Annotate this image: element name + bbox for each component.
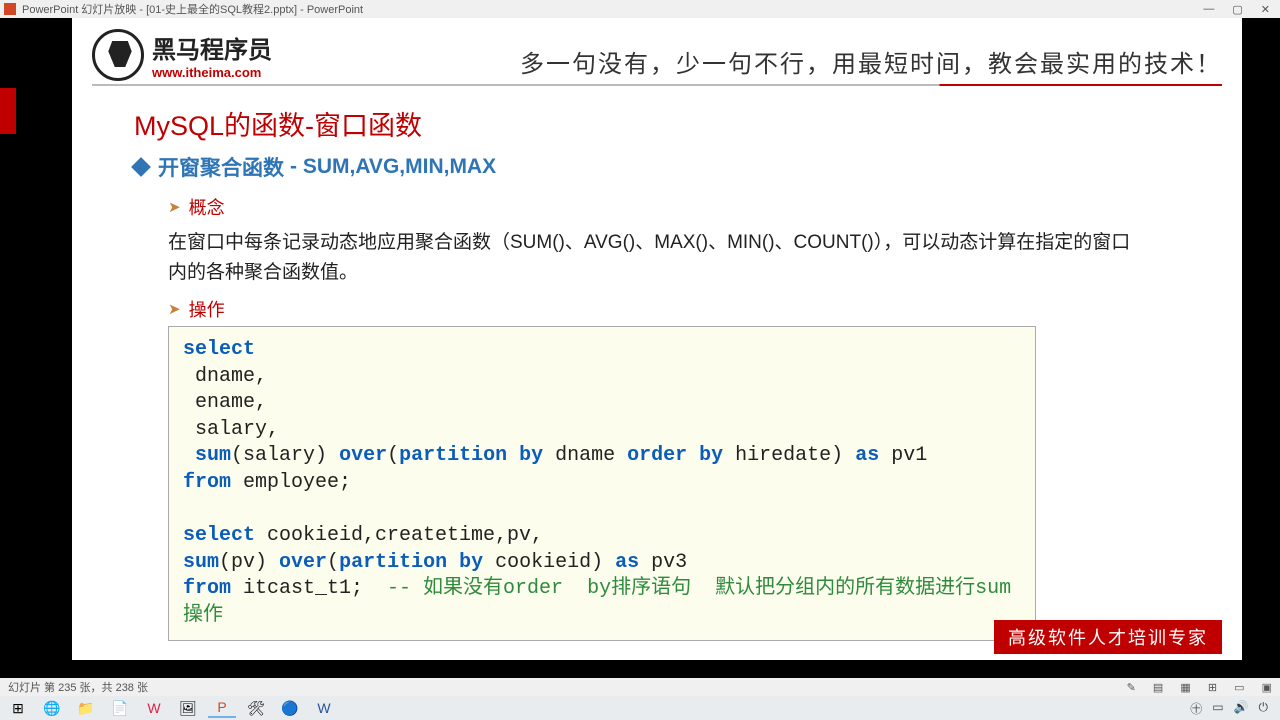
notepad-icon[interactable]: 📄 — [106, 698, 134, 718]
browser-icon[interactable]: 🖼 — [174, 698, 202, 718]
tray-volume-icon[interactable]: 🔊 — [1234, 700, 1249, 717]
restore-button[interactable]: ▢ — [1232, 3, 1242, 16]
section-heading-suffix: - SUM,AVG,MIN,MAX — [290, 155, 496, 179]
taskbar[interactable]: ⊞ 🌐 📁 📄 W 🖼 P 🛠 🔵 W ㊉ ▭ 🔊 ⏻ — [0, 696, 1280, 720]
wps-icon[interactable]: W — [140, 698, 168, 718]
slide-title: MySQL的函数-窗口函数 — [134, 104, 422, 143]
powerpoint-icon — [4, 3, 16, 15]
status-icons[interactable]: ✎ ▤ ▦ ⊞ ▭ ▣ — [1113, 681, 1272, 694]
reading-view-icon[interactable]: ▭ — [1234, 682, 1244, 694]
operation-label: 操作 — [189, 296, 225, 322]
slogan: 多一句没有，少一句不行，用最短时间，教会最实用的技术！ — [520, 44, 1222, 79]
tray-icon[interactable]: ㊉ — [1190, 700, 1202, 717]
menu-icon[interactable]: ▤ — [1153, 682, 1163, 694]
slideshow-view-icon[interactable]: ▣ — [1262, 682, 1272, 694]
chrome-icon[interactable]: 🌐 — [38, 698, 66, 718]
arrow-icon: ➤ — [168, 198, 181, 216]
concept-heading: ➤ 概念 — [168, 194, 225, 220]
explorer-icon[interactable]: 📁 — [72, 698, 100, 718]
logo-text-cn: 黑马程序员 — [152, 30, 272, 65]
concept-body: 在窗口中每条记录动态地应用聚合函数（SUM()、AVG()、MAX()、MIN(… — [168, 228, 1142, 289]
section-heading-main: 开窗聚合函数 — [158, 152, 284, 182]
app-icon[interactable]: 🔵 — [276, 698, 304, 718]
code-block: select dname, ename, salary, sum(salary)… — [168, 326, 1036, 641]
system-tray[interactable]: ㊉ ▭ 🔊 ⏻ — [1190, 700, 1276, 717]
word-icon[interactable]: W — [310, 698, 338, 718]
logo-icon — [92, 29, 144, 81]
slide-counter: 幻灯片 第 235 张，共 238 张 — [8, 679, 148, 695]
status-bar: 幻灯片 第 235 张，共 238 张 ✎ ▤ ▦ ⊞ ▭ ▣ — [0, 678, 1280, 696]
diamond-icon — [131, 157, 151, 177]
tray-power-icon[interactable]: ⏻ — [1259, 700, 1269, 717]
window-title: PowerPoint 幻灯片放映 - [01-史上最全的SQL教程2.pptx]… — [22, 1, 1203, 17]
tray-icon[interactable]: ▭ — [1212, 700, 1223, 717]
red-side-tab — [0, 88, 16, 134]
normal-view-icon[interactable]: ▦ — [1180, 682, 1190, 694]
footer-badge: 高级软件人才培训专家 — [994, 620, 1222, 654]
header-underline — [92, 84, 1222, 86]
arrow-icon: ➤ — [168, 300, 181, 318]
logo: 黑马程序员 www.itheima.com — [92, 29, 272, 81]
logo-text-en: www.itheima.com — [152, 65, 272, 80]
minimize-button[interactable]: — — [1203, 3, 1214, 16]
tool-icon[interactable]: 🛠 — [242, 698, 270, 718]
window-titlebar: PowerPoint 幻灯片放映 - [01-史上最全的SQL教程2.pptx]… — [0, 0, 1280, 18]
close-button[interactable]: ✕ — [1261, 3, 1270, 16]
start-button[interactable]: ⊞ — [4, 698, 32, 718]
pen-icon[interactable]: ✎ — [1127, 682, 1136, 694]
concept-label: 概念 — [189, 194, 225, 220]
sorter-view-icon[interactable]: ⊞ — [1208, 682, 1217, 694]
slide: 黑马程序员 www.itheima.com 多一句没有，少一句不行，用最短时间，… — [72, 18, 1242, 660]
slideshow-area[interactable]: 黑马程序员 www.itheima.com 多一句没有，少一句不行，用最短时间，… — [0, 18, 1280, 672]
powerpoint-taskbar-icon[interactable]: P — [208, 698, 236, 718]
section-heading: 开窗聚合函数 - SUM,AVG,MIN,MAX — [134, 152, 496, 182]
slide-header: 黑马程序员 www.itheima.com 多一句没有，少一句不行，用最短时间，… — [92, 26, 1222, 84]
operation-heading: ➤ 操作 — [168, 296, 225, 322]
